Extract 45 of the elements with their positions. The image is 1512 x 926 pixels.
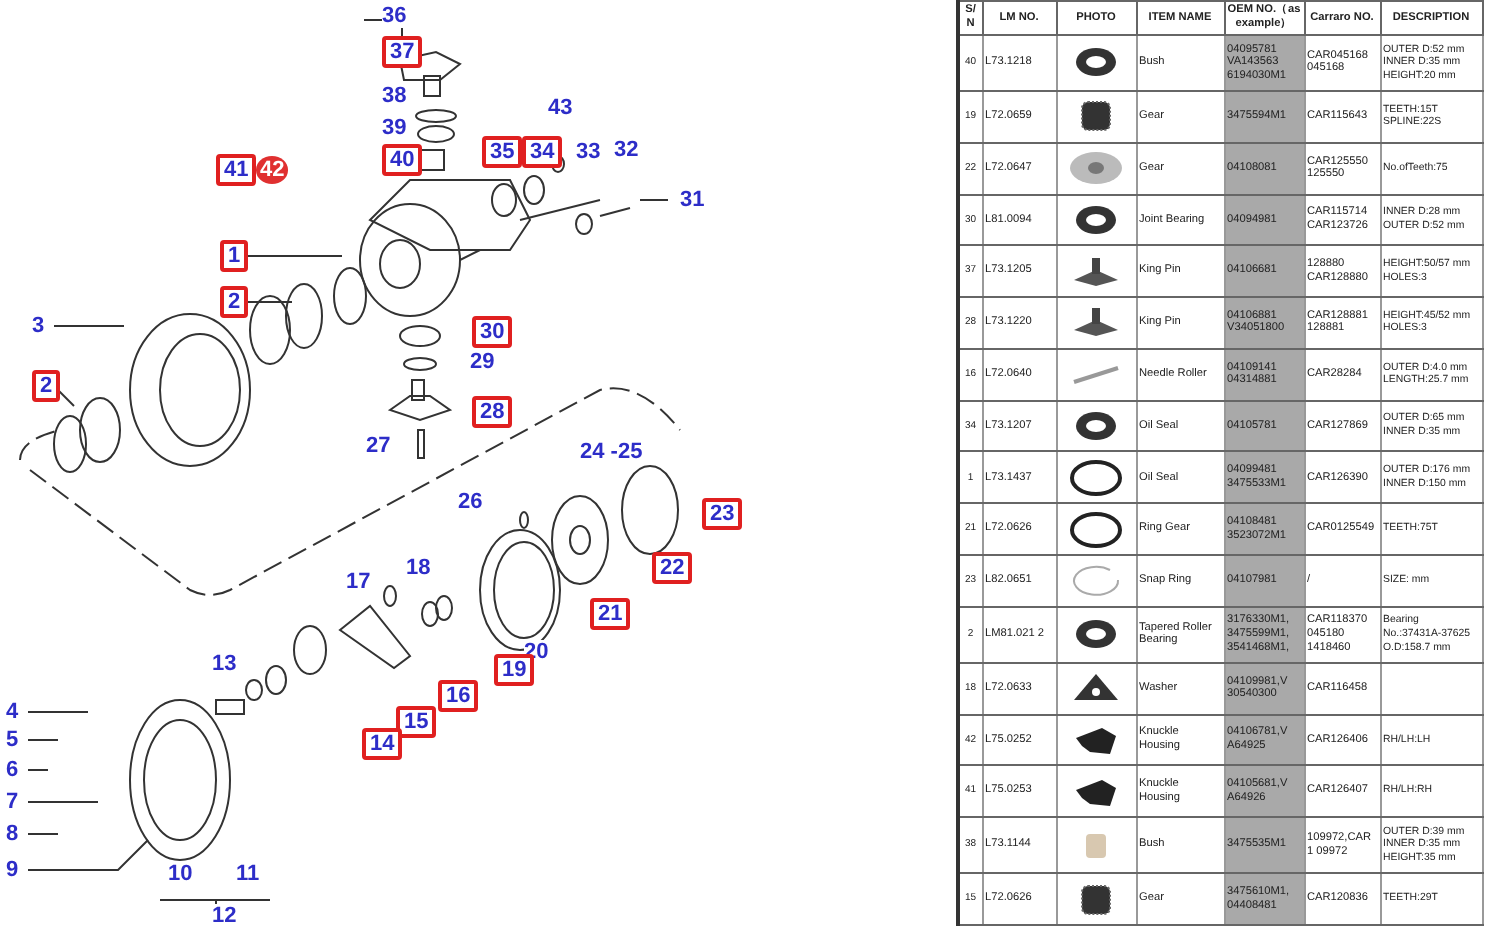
- part-number-callout: 36: [382, 4, 407, 28]
- part-number-callout: 41: [216, 154, 257, 186]
- part-number-callout: 27: [366, 434, 391, 458]
- part-number-callout: 34: [522, 136, 563, 168]
- part-number-callout: 11: [236, 862, 260, 886]
- part-number-callout: 24 -25: [580, 440, 643, 464]
- part-number-callout: 14: [362, 728, 403, 760]
- part-number-callout: 17: [346, 570, 371, 594]
- part-number-callout: 26: [458, 490, 483, 514]
- part-number-callout: 21: [590, 598, 631, 630]
- part-number-callout: 18: [406, 556, 431, 580]
- part-number-callout: 6: [6, 758, 19, 782]
- part-number-callout: 3: [32, 314, 45, 338]
- part-number-callout: 5: [6, 728, 19, 752]
- part-number-callout: 22: [652, 552, 693, 584]
- part-number-callout: 39: [382, 116, 407, 140]
- part-number-callout: 28: [472, 396, 513, 428]
- part-number-callout: 16: [438, 680, 479, 712]
- part-photo-placeholder: [1066, 150, 1126, 187]
- part-number-callout: 37: [382, 36, 423, 68]
- part-number-callout: 35: [482, 136, 523, 168]
- part-number-callout: 9: [6, 858, 19, 882]
- part-number-callout: 31: [680, 188, 705, 212]
- part-photo-placeholder: [1066, 459, 1126, 496]
- part-number-callout: 2: [32, 370, 61, 402]
- part-number-callout: 19: [494, 654, 535, 686]
- part-number-callout: 12: [212, 904, 237, 926]
- part-number-callout: 2: [220, 286, 249, 318]
- part-number-callout: 30: [472, 316, 513, 348]
- part-number-callout: 1: [220, 240, 249, 272]
- part-number-callout: 10: [168, 862, 193, 886]
- part-number-callout: 4: [6, 700, 19, 724]
- part-photo-placeholder: [1066, 511, 1126, 548]
- part-number-callout: 33: [576, 140, 601, 164]
- part-number-callout: 23: [702, 498, 743, 530]
- part-number-callout: 29: [470, 350, 495, 374]
- part-number-callout: 13: [212, 652, 237, 676]
- part-number-callout: 8: [6, 822, 19, 846]
- part-number-callout: 38: [382, 84, 407, 108]
- part-number-callout: 15: [396, 706, 437, 738]
- part-number-callout: 42: [256, 156, 289, 184]
- part-number-callout: 32: [614, 138, 639, 162]
- part-number-callout: 40: [382, 144, 423, 176]
- part-number-callout: 43: [548, 96, 573, 120]
- part-number-callout: 7: [6, 790, 19, 814]
